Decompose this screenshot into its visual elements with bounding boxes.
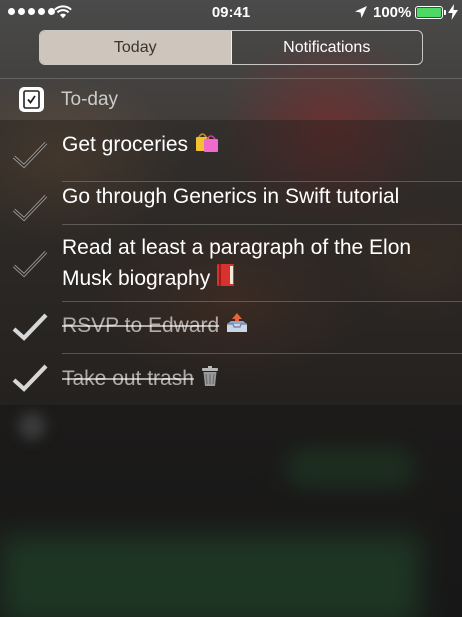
battery-level-fill [417, 8, 441, 17]
header-divider [0, 78, 462, 79]
tab-notifications[interactable]: Notifications [232, 31, 423, 64]
trash-can-icon [200, 365, 220, 396]
task-row[interactable]: Take out trash [0, 354, 462, 406]
red-book-icon [216, 263, 236, 296]
background-dim [0, 405, 462, 617]
checkmark-filled-icon[interactable] [12, 363, 48, 393]
task-row[interactable]: Read at least a paragraph of the Elon Mu… [0, 225, 462, 301]
background-blur-dot [18, 412, 46, 440]
task-row[interactable]: Get groceries [0, 130, 462, 182]
outbox-tray-icon [225, 312, 249, 343]
shopping-bags-icon [194, 131, 220, 162]
widget-header[interactable]: To-day [0, 80, 462, 120]
tab-today[interactable]: Today [40, 31, 232, 64]
battery-percent: 100% [373, 4, 412, 21]
checkmark-outline-icon[interactable] [12, 249, 48, 279]
checkmark-filled-icon[interactable] [12, 312, 48, 342]
checkmark-square-icon [19, 87, 44, 112]
checkmark-outline-icon[interactable] [12, 193, 48, 223]
widget-task-list: Get groceries Go through Generics in Swi… [0, 120, 462, 406]
task-row[interactable]: RSVP to Edward [0, 302, 462, 354]
task-text: Get groceries [62, 130, 442, 162]
today-notifications-switch: Today Notifications [39, 30, 423, 65]
charging-bolt-icon [448, 4, 458, 20]
status-bar: 09:41 100% [0, 0, 462, 26]
checkmark-outline-icon[interactable] [12, 140, 48, 170]
location-arrow-icon [355, 6, 367, 18]
task-text: Go through Generics in Swift tutorial [62, 185, 400, 208]
task-text: RSVP to Edward [62, 311, 442, 343]
task-text: Take out trash [62, 364, 442, 396]
task-text: Read at least a paragraph of the Elon Mu… [62, 233, 442, 296]
widget-title: To-day [61, 89, 119, 110]
battery-tip [444, 10, 446, 15]
battery-icon [415, 6, 443, 19]
